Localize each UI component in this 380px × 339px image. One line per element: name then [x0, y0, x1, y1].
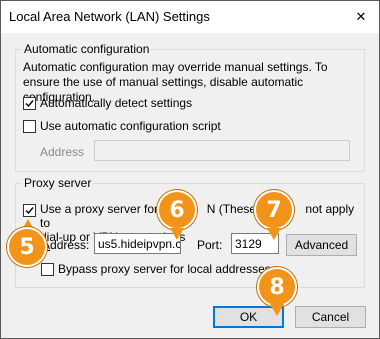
proxy-server-legend: Proxy server — [24, 176, 92, 190]
bypass-checkbox[interactable] — [41, 262, 54, 276]
auto-script-label: Use automatic configuration script — [40, 119, 221, 133]
bypass-label: Bypass proxy server for local addresses — [58, 262, 271, 276]
auto-script-checkbox[interactable] — [23, 119, 36, 133]
window-title: Local Area Network (LAN) Settings — [9, 9, 210, 24]
marker-8-pointer — [270, 304, 284, 316]
marker-6-pointer — [170, 228, 184, 240]
script-address-label: Address — [40, 145, 85, 159]
auto-detect-checkbox[interactable] — [23, 96, 36, 110]
proxy-port-label: Port: — [197, 238, 223, 252]
marker-5: 5 — [7, 227, 47, 267]
marker-6: 6 — [157, 190, 197, 230]
auto-script-row[interactable]: Use automatic configuration script — [23, 119, 221, 133]
cancel-button[interactable]: Cancel — [295, 306, 366, 328]
close-icon: ✕ — [355, 9, 367, 24]
advanced-button[interactable]: Advanced — [286, 234, 357, 256]
proxy-address-label: Address: — [42, 238, 89, 252]
checkmark-icon — [25, 99, 34, 107]
auto-detect-label: Automatically detect settings — [40, 96, 193, 110]
bypass-row[interactable]: Bypass proxy server for local addresses — [41, 262, 271, 276]
proxy-address-input[interactable]: us5.hideipvpn.com — [94, 233, 181, 254]
checkmark-icon — [25, 207, 34, 215]
automatic-configuration-legend: Automatic configuration — [24, 42, 150, 56]
proxy-address-label-rest: ddress: — [50, 238, 90, 252]
script-address-input[interactable] — [94, 140, 350, 161]
auto-detect-row[interactable]: Automatically detect settings — [23, 96, 192, 110]
marker-8: 8 — [257, 267, 297, 307]
marker-7: 7 — [254, 190, 294, 230]
title-bar: Local Area Network (LAN) Settings ✕ — [1, 1, 379, 33]
lan-settings-dialog: Local Area Network (LAN) Settings ✕ Auto… — [0, 0, 380, 339]
close-button[interactable]: ✕ — [343, 1, 379, 33]
marker-7-pointer — [267, 228, 281, 240]
use-proxy-checkbox[interactable] — [23, 204, 36, 217]
